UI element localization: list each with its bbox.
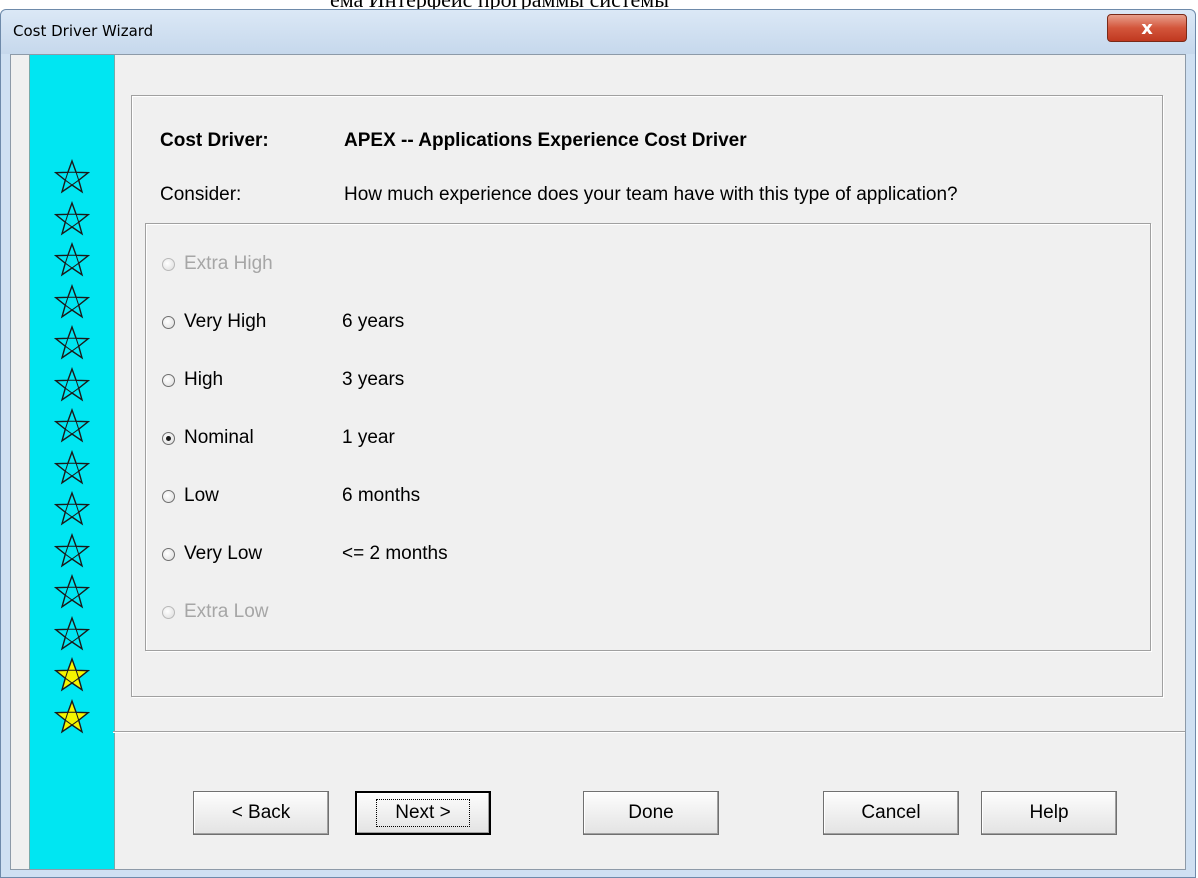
rating-description: <= 2 months <box>342 543 448 564</box>
star-icon <box>54 200 90 235</box>
close-icon: x <box>1141 17 1153 39</box>
rating-radio <box>162 605 175 619</box>
done-button-label: Done <box>628 802 674 823</box>
rating-label: Nominal <box>184 427 254 448</box>
star-icon <box>54 366 90 401</box>
rating-label: Low <box>184 485 219 506</box>
consider-question: How much experience does your team have … <box>344 184 958 205</box>
star-icon <box>54 449 90 484</box>
star-icon <box>54 532 90 567</box>
rating-option[interactable]: Nominal <box>162 426 254 450</box>
rating-option[interactable]: Very Low <box>162 542 262 566</box>
window-title: Cost Driver Wizard <box>13 22 154 40</box>
rating-radio[interactable] <box>162 315 175 329</box>
rating-radio[interactable] <box>162 489 175 503</box>
star-icon <box>54 283 90 318</box>
cost-driver-label: Cost Driver: <box>160 130 269 151</box>
star-icon <box>54 491 90 526</box>
star-icon <box>54 159 90 194</box>
rating-option[interactable]: Very High <box>162 310 266 334</box>
rating-option[interactable]: Low <box>162 484 219 508</box>
star-icon <box>54 574 90 609</box>
rating-description: 6 years <box>342 311 405 332</box>
highlighted-star-icon <box>54 657 90 692</box>
rating-option: Extra Low <box>162 600 268 624</box>
close-button[interactable]: x <box>1107 14 1187 42</box>
star-icon <box>54 408 90 443</box>
star-progress-sidebar <box>29 55 115 869</box>
cost-driver-value: APEX -- Applications Experience Cost Dri… <box>344 130 747 151</box>
back-button-label: < Back <box>231 802 291 823</box>
rating-option: Extra High <box>162 252 273 276</box>
star-icon <box>54 242 90 277</box>
next-button[interactable]: Next > <box>355 791 491 835</box>
rating-description: 1 year <box>342 427 395 448</box>
rating-radio[interactable] <box>162 431 175 445</box>
title-bar[interactable]: Cost Driver Wizard x <box>1 10 1195 54</box>
rating-radio <box>162 257 175 271</box>
star-icon <box>54 615 90 650</box>
help-button-label: Help <box>1029 802 1069 823</box>
rating-description: 3 years <box>342 369 405 390</box>
rating-options-box: Extra High Very High 6 years High 3 years Nom… <box>145 223 1151 651</box>
star-icon <box>54 325 90 360</box>
wizard-content: Cost Driver: APEX -- Applications Experi… <box>113 55 1185 869</box>
cancel-button-label: Cancel <box>861 802 921 823</box>
rating-label: Extra Low <box>184 601 269 622</box>
wizard-window: Cost Driver Wizard x Cost Driver: APEX -… <box>0 9 1196 878</box>
back-button[interactable]: < Back <box>193 791 329 835</box>
done-button[interactable]: Done <box>583 791 719 835</box>
cancel-button[interactable]: Cancel <box>823 791 959 835</box>
rating-option[interactable]: High <box>162 368 223 392</box>
rating-radio[interactable] <box>162 547 175 561</box>
highlighted-star-icon <box>54 698 90 733</box>
next-button-label: Next > <box>376 799 470 827</box>
rating-radio[interactable] <box>162 373 175 387</box>
button-separator <box>113 731 1185 733</box>
rating-label: Extra High <box>184 253 273 274</box>
consider-label: Consider: <box>160 184 242 205</box>
wizard-client-area: Cost Driver: APEX -- Applications Experi… <box>10 54 1186 870</box>
rating-label: Very High <box>184 311 267 332</box>
help-button[interactable]: Help <box>981 791 1117 835</box>
rating-description: 6 months <box>342 485 421 506</box>
rating-label: High <box>184 369 224 390</box>
rating-label: Very Low <box>184 543 263 564</box>
